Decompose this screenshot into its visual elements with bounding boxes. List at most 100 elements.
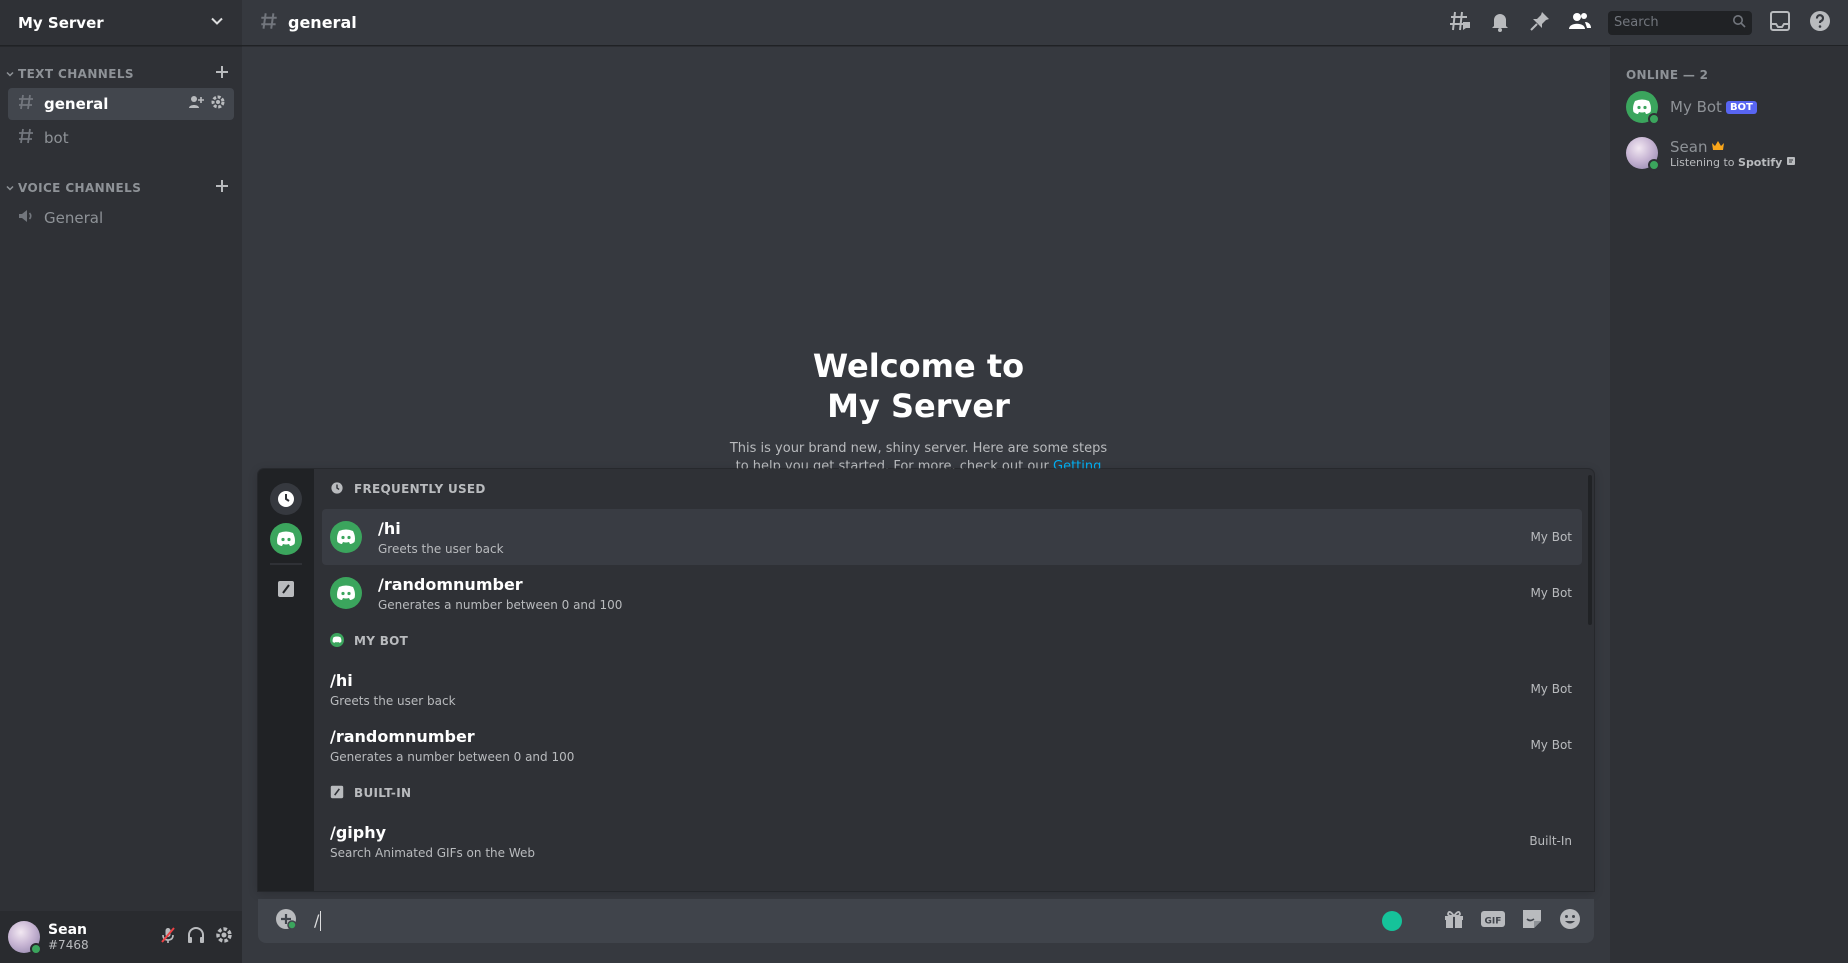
- welcome-title-line1: Welcome to: [812, 347, 1025, 385]
- threads-icon[interactable]: [1448, 9, 1472, 37]
- command-category-rail: [258, 469, 314, 891]
- section-label: BUILT-IN: [354, 786, 412, 800]
- category-text-channels[interactable]: TEXT CHANNELS: [0, 62, 242, 86]
- channel-label: general: [44, 95, 109, 113]
- avatar[interactable]: [8, 921, 42, 955]
- section-label: MY BOT: [354, 634, 409, 648]
- bot-badge: BOT: [1725, 100, 1757, 114]
- help-icon[interactable]: [1808, 9, 1832, 37]
- upload-plus-icon[interactable]: [274, 907, 298, 935]
- command-name: /randomnumber: [330, 726, 475, 746]
- message-input[interactable]: /: [314, 911, 322, 932]
- avatar: [1626, 137, 1660, 171]
- discord-app: My Server TEXT CHANNELS general bot VOIC…: [0, 0, 1848, 963]
- command-section-header: MY BOT: [322, 621, 1582, 661]
- category-label: VOICE CHANNELS: [18, 181, 142, 195]
- bot-app-icon: [330, 521, 362, 553]
- command-option[interactable]: /giphy Search Animated GIFs on the Web Bui…: [322, 813, 1582, 869]
- headphones-icon[interactable]: [186, 925, 206, 949]
- member-list-icon[interactable]: [1568, 9, 1592, 37]
- channel-title: general: [288, 13, 357, 32]
- channel-voice-general[interactable]: General: [8, 202, 234, 234]
- add-member-icon[interactable]: [188, 94, 204, 114]
- pin-icon[interactable]: [1528, 9, 1552, 37]
- clock-icon: [330, 480, 344, 499]
- member-list: ONLINE — 2 My Bot BOT Sean Listening to Spo…: [1610, 46, 1848, 963]
- rail-frequently-used[interactable]: [270, 483, 302, 515]
- command-description: Search Animated GIFs on the Web: [330, 845, 535, 860]
- search-input[interactable]: Search: [1608, 10, 1752, 35]
- rail-built-in[interactable]: [270, 573, 302, 605]
- plus-icon[interactable]: [214, 64, 230, 84]
- channel-general[interactable]: general: [8, 88, 234, 120]
- member-item[interactable]: Sean Listening to Spotify: [1610, 132, 1848, 174]
- rail-divider: [270, 563, 302, 565]
- discord-icon: [330, 632, 344, 651]
- command-source: My Bot: [1530, 738, 1572, 752]
- bell-icon[interactable]: [1488, 9, 1512, 37]
- crown-icon: [1711, 138, 1725, 156]
- command-description: Greets the user back: [330, 693, 456, 708]
- command-source: My Bot: [1530, 530, 1572, 544]
- command-name: /giphy: [330, 822, 387, 842]
- rail-my-bot[interactable]: [270, 523, 302, 555]
- gear-icon[interactable]: [210, 94, 226, 114]
- command-list: FREQUENTLY USED/hi Greets the user back My…: [314, 469, 1594, 891]
- command-description: Generates a number between 0 and 100: [378, 597, 623, 612]
- gift-icon[interactable]: [1442, 907, 1466, 935]
- hash-icon: [16, 92, 36, 116]
- command-description: Greets the user back: [378, 541, 504, 556]
- command-option[interactable]: /randomnumber Generates a number between …: [322, 717, 1582, 773]
- popup-scrollbar[interactable]: [1588, 475, 1592, 625]
- user-panel: Sean #7468: [0, 911, 242, 963]
- hash-icon: [258, 10, 280, 36]
- emoji-icon[interactable]: [1558, 907, 1582, 935]
- channel-label: General: [44, 209, 104, 227]
- server-header[interactable]: My Server: [0, 0, 242, 46]
- search-icon: [1732, 13, 1746, 32]
- command-option[interactable]: /hi Greets the user back My Bot: [322, 661, 1582, 717]
- avatar: [1626, 91, 1660, 125]
- plus-icon[interactable]: [214, 178, 230, 198]
- chevron-down-icon: [210, 13, 224, 32]
- text-caret: [320, 911, 322, 932]
- message-composer[interactable]: / GIF: [258, 899, 1594, 943]
- slash-box-icon: [278, 581, 294, 597]
- bot-app-icon: [330, 577, 362, 609]
- speaker-icon: [16, 206, 36, 230]
- chevron-down-icon: [6, 71, 14, 77]
- command-source: Built-In: [1529, 834, 1572, 848]
- command-section-header: BUILT-IN: [322, 773, 1582, 813]
- user-settings-gear-icon[interactable]: [214, 925, 234, 949]
- category-voice-channels[interactable]: VOICE CHANNELS: [0, 176, 242, 200]
- channel-sidebar: My Server TEXT CHANNELS general bot VOIC…: [0, 0, 242, 963]
- online-status-dot: [1648, 159, 1660, 171]
- member-item[interactable]: My Bot BOT: [1610, 86, 1848, 128]
- command-option[interactable]: /hi Greets the user back My Bot: [322, 509, 1582, 565]
- slash-box-icon: [330, 784, 344, 803]
- command-option[interactable]: /randomnumber Generates a number between …: [322, 565, 1582, 621]
- clock-icon: [278, 491, 294, 507]
- member-activity: Listening to Spotify: [1670, 156, 1796, 169]
- command-autocomplete-popup: FREQUENTLY USED/hi Greets the user back My…: [258, 469, 1594, 891]
- inbox-icon[interactable]: [1768, 9, 1792, 37]
- command-name: /hi: [330, 670, 353, 690]
- category-label: TEXT CHANNELS: [18, 67, 134, 81]
- member-name: Sean: [1670, 138, 1796, 156]
- command-source: My Bot: [1530, 682, 1572, 696]
- sticker-icon[interactable]: [1520, 907, 1544, 935]
- command-name: /randomnumber: [378, 574, 523, 594]
- discord-icon: [277, 531, 295, 546]
- command-section-header: FREQUENTLY USED: [322, 469, 1582, 509]
- grammarly-icon[interactable]: [1382, 911, 1402, 931]
- rich-presence-icon: [1782, 156, 1796, 169]
- mute-microphone-icon[interactable]: [158, 925, 178, 949]
- channel-label: bot: [44, 129, 69, 147]
- svg-text:GIF: GIF: [1485, 917, 1502, 927]
- member-name: My Bot BOT: [1670, 98, 1757, 116]
- gif-icon[interactable]: GIF: [1480, 909, 1506, 933]
- channel-bot[interactable]: bot: [8, 122, 234, 154]
- channel-topbar: general Search: [242, 0, 1848, 46]
- search-placeholder: Search: [1614, 15, 1659, 30]
- section-label: FREQUENTLY USED: [354, 482, 486, 496]
